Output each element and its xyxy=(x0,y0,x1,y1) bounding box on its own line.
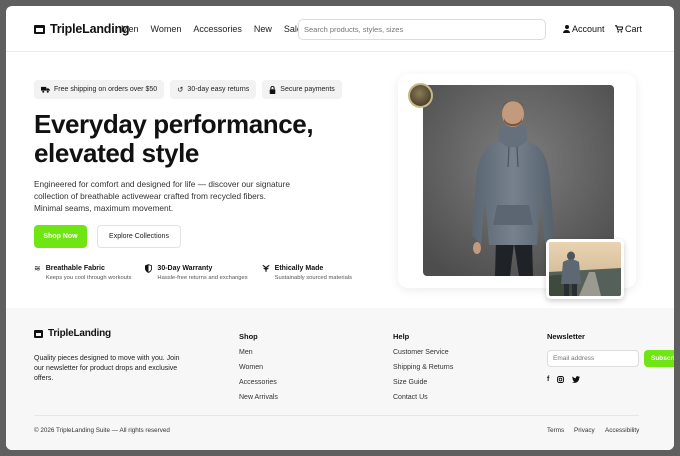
store-icon xyxy=(34,24,45,34)
feature-subtitle: Hassle-free returns and exchanges xyxy=(157,275,248,281)
footer-divider xyxy=(34,415,639,416)
shop-now-button[interactable]: Shop Now xyxy=(34,225,87,248)
footer-link[interactable]: Accessories xyxy=(239,379,278,386)
page-frame: TripleLanding Men Women Accessories New … xyxy=(6,6,674,450)
hero-description: Engineered for comfort and designed for … xyxy=(34,179,290,213)
feature-item: ≋ Breathable Fabric Keeps you cool throu… xyxy=(34,264,131,282)
badge-returns: ↺ 30-day easy returns xyxy=(170,80,257,99)
feature-title: 30-Day Warranty xyxy=(157,265,213,272)
nav-item-accessories[interactable]: Accessories xyxy=(193,24,242,34)
feature-item: 30-Day Warranty Hassle-free returns and … xyxy=(145,264,248,282)
badge-label: Free shipping on orders over $50 xyxy=(54,86,158,93)
footer-brand-name: TripleLanding xyxy=(48,328,111,339)
footer-link[interactable]: Shipping & Returns xyxy=(393,364,453,371)
footer-about: Quality pieces designed to move with you… xyxy=(34,355,180,382)
twitter-icon[interactable] xyxy=(572,376,581,383)
cart-label: Cart xyxy=(625,24,643,34)
footer-shop-column: Shop Men Women Accessories New Arrivals xyxy=(239,332,278,401)
explore-collections-button[interactable]: Explore Collections xyxy=(97,225,181,248)
feature-title: Breathable Fabric xyxy=(45,265,105,272)
badge-payments: Secure payments xyxy=(262,80,342,99)
feature-title: Ethically Made xyxy=(274,265,324,272)
facebook-icon[interactable]: f xyxy=(547,376,549,383)
footer-brand[interactable]: TripleLanding xyxy=(34,328,111,339)
cart-link[interactable]: Cart xyxy=(615,24,642,34)
feature-subtitle: Sustainably sourced materials xyxy=(274,275,352,281)
instagram-icon[interactable] xyxy=(557,376,565,383)
lifestyle-thumbnail xyxy=(546,239,624,299)
nav-item-new[interactable]: New xyxy=(254,24,272,34)
footer-column-title: Shop xyxy=(239,332,258,341)
subscribe-button[interactable]: Subscribe xyxy=(644,350,674,367)
brand-logo[interactable]: TripleLanding xyxy=(34,22,130,36)
main-nav: Men Women Accessories New Sale xyxy=(121,24,302,34)
account-label: Account xyxy=(572,24,605,34)
quality-seal-icon xyxy=(408,83,433,108)
footer-help-column: Help Customer Service Shipping & Returns… xyxy=(393,332,453,401)
badge-label: Secure payments xyxy=(280,86,335,93)
cart-icon xyxy=(615,25,623,33)
store-icon xyxy=(34,329,43,338)
social-links: f xyxy=(547,376,581,383)
brand-name: TripleLanding xyxy=(50,22,130,36)
copyright-text: © 2026 TripleLanding Suite — All rights … xyxy=(34,427,170,434)
newsletter-email-input[interactable] xyxy=(547,350,639,367)
footer-link[interactable]: Customer Service xyxy=(393,349,453,356)
badge-shipping: Free shipping on orders over $50 xyxy=(34,80,165,99)
site-header: TripleLanding Men Women Accessories New … xyxy=(6,6,674,52)
nav-item-women[interactable]: Women xyxy=(151,24,182,34)
footer-link[interactable]: Size Guide xyxy=(393,379,453,386)
shield-icon xyxy=(145,264,153,273)
headline-line: Everyday performance, xyxy=(34,109,314,139)
trust-badges: Free shipping on orders over $50 ↺ 30-da… xyxy=(34,80,342,99)
footer-link[interactable]: New Arrivals xyxy=(239,394,278,401)
wind-icon: ≋ xyxy=(34,264,41,273)
nav-item-men[interactable]: Men xyxy=(121,24,139,34)
feature-list: ≋ Breathable Fabric Keeps you cool throu… xyxy=(34,264,366,282)
feature-subtitle: Keeps you cool through workouts xyxy=(45,275,132,281)
feature-item: Ethically Made Sustainably sourced mater… xyxy=(262,264,352,282)
badge-label: 30-day easy returns xyxy=(187,86,250,93)
truck-icon xyxy=(41,86,50,93)
leaf-icon xyxy=(262,264,270,272)
terms-link[interactable]: Terms xyxy=(547,427,564,434)
hero-image-card xyxy=(398,74,636,299)
lock-icon xyxy=(269,85,276,94)
return-icon: ↺ xyxy=(177,85,184,94)
hero-headline: Everyday performance, elevated style xyxy=(34,110,374,168)
footer-link[interactable]: Women xyxy=(239,364,278,371)
privacy-link[interactable]: Privacy xyxy=(574,427,595,434)
headline-line: elevated style xyxy=(34,138,199,168)
accessibility-link[interactable]: Accessibility xyxy=(605,427,639,434)
footer-newsletter-column: Newsletter xyxy=(547,332,585,341)
account-link[interactable]: Account xyxy=(563,24,605,34)
search-input[interactable] xyxy=(298,19,546,40)
footer-link[interactable]: Men xyxy=(239,349,278,356)
footer-column-title: Newsletter xyxy=(547,332,585,341)
footer-link[interactable]: Contact Us xyxy=(393,394,453,401)
site-footer: TripleLanding Quality pieces designed to… xyxy=(6,308,674,450)
footer-column-title: Help xyxy=(393,332,410,341)
user-icon xyxy=(563,25,570,33)
